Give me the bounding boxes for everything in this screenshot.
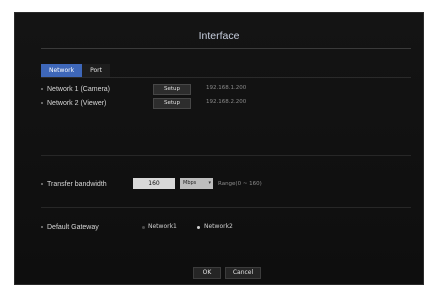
gateway-network1-radio[interactable] <box>142 226 145 229</box>
bandwidth-unit-select[interactable]: Mbps ▾ <box>180 178 213 189</box>
section-divider <box>41 155 411 156</box>
transfer-label: Transfer bandwidth <box>47 180 107 188</box>
tab-divider <box>41 77 411 78</box>
dialog-title: Interface <box>198 30 240 42</box>
network2-row: Network 2 (Viewer) <box>41 97 106 109</box>
transfer-row: Transfer bandwidth <box>41 178 107 190</box>
network1-label: Network 1 (Camera) <box>47 85 111 93</box>
gateway-network1-label: Network1 <box>148 223 177 230</box>
bullet-icon <box>41 226 43 228</box>
chevron-down-icon: ▾ <box>208 180 211 186</box>
section-divider <box>41 207 411 208</box>
bandwidth-range: Range(0 ~ 160) <box>218 181 262 187</box>
tab-network[interactable]: Network <box>41 64 83 77</box>
bandwidth-unit-value: Mbps <box>183 180 197 186</box>
gateway-network2-label: Network2 <box>204 223 233 230</box>
cancel-button[interactable]: Cancel <box>225 267 261 279</box>
ok-button[interactable]: OK <box>193 267 221 279</box>
bullet-icon <box>41 183 43 185</box>
network1-row: Network 1 (Camera) <box>41 83 110 95</box>
network2-ip: 192.168.2.200 <box>206 99 247 105</box>
network1-setup-button[interactable]: Setup <box>153 84 191 95</box>
bandwidth-input[interactable]: 160 <box>133 178 175 189</box>
tab-bar: Network Port <box>41 64 110 77</box>
interface-dialog: Interface Network Port Network 1 (Camera… <box>14 12 424 285</box>
network1-ip: 192.168.1.200 <box>206 85 247 91</box>
gateway-label: Default Gateway <box>47 223 99 231</box>
network2-label: Network 2 (Viewer) <box>47 99 107 107</box>
tab-port[interactable]: Port <box>82 64 110 77</box>
bullet-icon <box>41 102 43 104</box>
network2-setup-button[interactable]: Setup <box>153 98 191 109</box>
gateway-row: Default Gateway <box>41 221 99 233</box>
gateway-network2-radio[interactable] <box>197 226 200 229</box>
bullet-icon <box>41 88 43 90</box>
title-divider <box>41 48 411 49</box>
